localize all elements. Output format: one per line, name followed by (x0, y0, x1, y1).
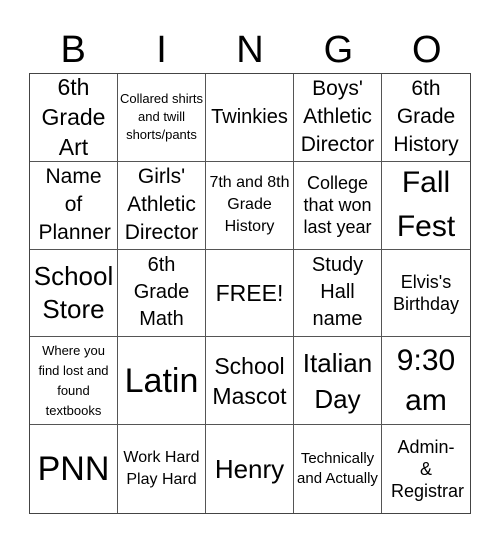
header-letter-b: B (60, 29, 86, 71)
bingo-cell[interactable]: Elvis's Birthday (382, 250, 470, 338)
bingo-header: B I N G O (29, 28, 471, 72)
bingo-cell[interactable]: Italian Day (294, 337, 382, 426)
bingo-cell[interactable]: Collared shirts and twill shorts/pants (118, 74, 206, 162)
header-letter-g: G (323, 29, 354, 71)
header-letter-n: N (236, 29, 264, 71)
bingo-cell[interactable]: Latin (118, 337, 206, 426)
bingo-cell[interactable]: Girls' Athletic Director (118, 161, 206, 250)
bingo-card-grid: 6th Grade Art Collared shirts and twill … (29, 73, 471, 514)
bingo-cell[interactable]: School Mascot (206, 337, 294, 426)
bingo-cell[interactable]: Name of Planner (30, 161, 118, 250)
bingo-cell[interactable]: Fall Fest (382, 162, 470, 250)
bingo-cell[interactable]: 6th Grade Art (30, 74, 118, 162)
bingo-cell[interactable]: Where you find lost and found textbooks (30, 337, 118, 426)
bingo-cell[interactable]: Study Hall name (294, 249, 382, 338)
bingo-cell[interactable]: Admin- & Registrar (382, 425, 470, 513)
header-letter-i: I (156, 29, 167, 71)
bingo-cell[interactable]: Work Hard Play Hard (118, 425, 206, 513)
bingo-cell[interactable]: 9:30 am (382, 337, 470, 426)
header-letter-o: O (411, 29, 442, 71)
bingo-cell[interactable]: 6th Grade Math (118, 249, 206, 338)
bingo-cell[interactable]: Twinkies (206, 74, 294, 162)
bingo-cell[interactable]: PNN (30, 425, 118, 513)
bingo-cell[interactable]: Henry (206, 425, 294, 513)
bingo-cell[interactable]: 7th and 8th Grade History (206, 161, 294, 250)
bingo-cell[interactable]: Boys' Athletic Director (294, 74, 382, 162)
free-space-cell[interactable]: FREE! (206, 249, 294, 338)
bingo-cell[interactable]: School Store (30, 249, 118, 338)
bingo-cell[interactable]: Technically and Actually (294, 425, 382, 513)
bingo-cell[interactable]: 6th Grade History (382, 74, 470, 162)
bingo-cell[interactable]: College that won last year (294, 161, 382, 250)
